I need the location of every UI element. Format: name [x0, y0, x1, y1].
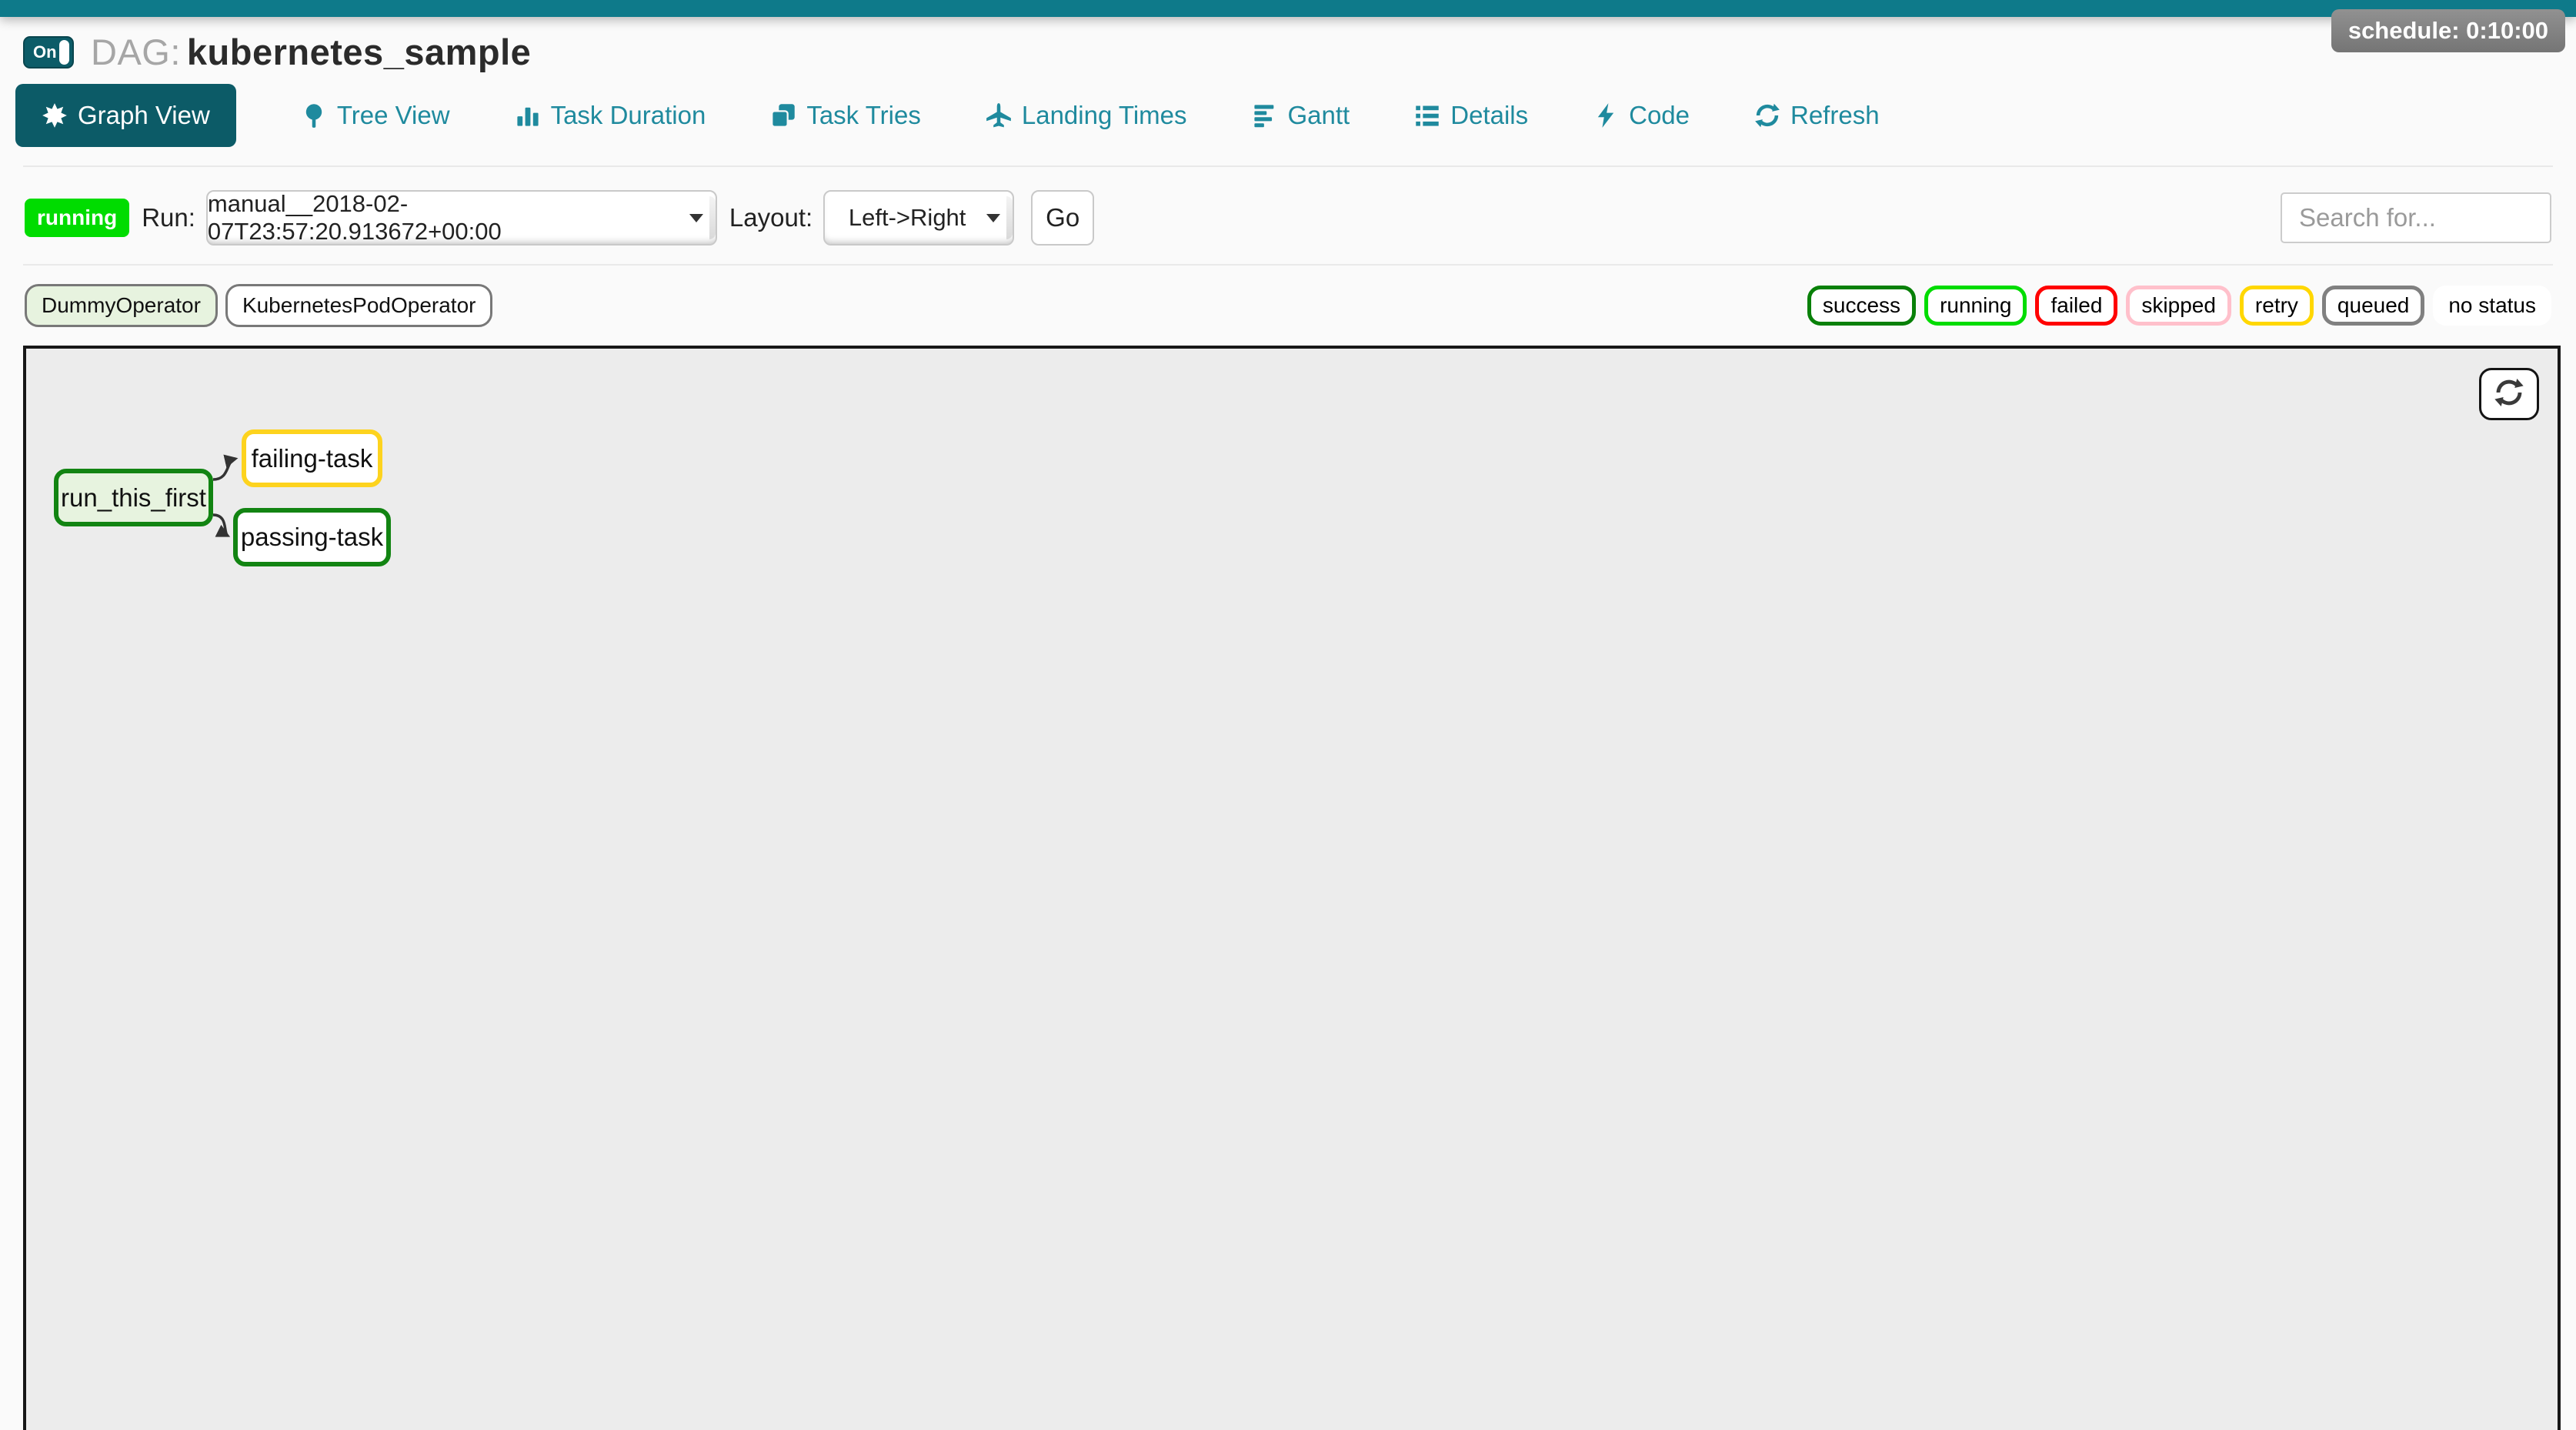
dag-graph-canvas[interactable]: run_this_first failing-task passing-task	[23, 346, 2561, 1430]
dag-header: On DAG:kubernetes_sample	[23, 31, 2576, 73]
tab-label: Refresh	[1790, 101, 1880, 130]
status-pill-queued: queued	[2322, 286, 2424, 326]
clone-icon	[770, 102, 796, 129]
toggle-on-label: On	[33, 42, 57, 62]
run-label: Run:	[142, 203, 195, 232]
task-node-label: run_this_first	[61, 483, 206, 513]
layout-select-value: Left->Right	[849, 204, 966, 232]
status-pill-retry: retry	[2240, 286, 2314, 326]
tab-task-duration[interactable]: Task Duration	[515, 101, 706, 130]
tab-label: Landing Times	[1022, 101, 1187, 130]
tab-label: Details	[1450, 101, 1528, 130]
task-node-label: passing-task	[241, 523, 383, 552]
view-tabs: Graph View Tree View Task Duration Task …	[15, 84, 2576, 147]
graph-refresh-button[interactable]	[2479, 368, 2539, 420]
divider	[23, 165, 2553, 167]
select-track	[1006, 196, 1013, 239]
tab-label: Code	[1629, 101, 1690, 130]
tab-label: Tree View	[337, 101, 450, 130]
status-pill-failed: failed	[2035, 286, 2117, 326]
task-node-run-this-first[interactable]: run_this_first	[54, 469, 213, 526]
task-node-failing-task[interactable]: failing-task	[242, 429, 382, 487]
schedule-badge: schedule: 0:10:00	[2331, 9, 2565, 52]
page-title: DAG:kubernetes_sample	[91, 31, 531, 73]
run-select[interactable]: manual__2018-02-07T23:57:20.913672+00:00	[206, 190, 717, 246]
divider	[23, 264, 2553, 266]
tab-gantt[interactable]: Gantt	[1252, 101, 1350, 130]
search-input[interactable]	[2281, 192, 2551, 243]
legend-row: DummyOperator KubernetesPodOperator succ…	[25, 284, 2551, 327]
chevron-down-icon	[689, 214, 703, 222]
tab-label: Task Tries	[806, 101, 921, 130]
tab-refresh[interactable]: Refresh	[1754, 101, 1880, 130]
align-left-icon	[1252, 102, 1278, 129]
go-button[interactable]: Go	[1031, 190, 1094, 246]
run-status-badge: running	[25, 199, 129, 237]
edge-run-to-passing	[213, 515, 228, 536]
bolt-icon	[1593, 102, 1619, 129]
operator-legend-dummy: DummyOperator	[25, 284, 218, 327]
tab-label: Task Duration	[551, 101, 706, 130]
sunburst-icon	[42, 102, 68, 129]
toggle-knob	[59, 40, 69, 65]
tab-task-tries[interactable]: Task Tries	[770, 101, 921, 130]
refresh-icon	[1754, 102, 1780, 129]
tab-landing-times[interactable]: Landing Times	[986, 101, 1187, 130]
dag-prefix-label: DAG:	[91, 32, 181, 72]
refresh-icon	[2494, 377, 2524, 412]
status-pill-no-status: no status	[2433, 286, 2551, 326]
dag-name: kubernetes_sample	[187, 32, 531, 72]
tab-graph-view[interactable]: Graph View	[15, 84, 236, 147]
tab-details[interactable]: Details	[1414, 101, 1528, 130]
dag-edges	[26, 349, 2558, 1430]
status-legend: success running failed skipped retry que…	[1807, 286, 2551, 326]
chevron-down-icon	[986, 214, 1000, 222]
run-controls: running Run: manual__2018-02-07T23:57:20…	[25, 190, 2551, 246]
status-pill-skipped: skipped	[2126, 286, 2231, 326]
status-pill-success: success	[1807, 286, 1916, 326]
tab-tree-view[interactable]: Tree View	[301, 101, 450, 130]
layout-label: Layout:	[729, 203, 813, 232]
run-select-value: manual__2018-02-07T23:57:20.913672+00:00	[208, 190, 685, 246]
tab-label: Gantt	[1288, 101, 1350, 130]
tab-label: Graph View	[78, 101, 210, 130]
top-accent-bar	[0, 0, 2576, 17]
list-icon	[1414, 102, 1440, 129]
bar-chart-icon	[515, 102, 541, 129]
plane-icon	[986, 102, 1012, 129]
status-pill-running: running	[1924, 286, 2027, 326]
layout-select[interactable]: Left->Right	[823, 190, 1014, 246]
operator-legend-kubernetespod: KubernetesPodOperator	[225, 284, 493, 327]
tree-icon	[301, 102, 327, 129]
select-track	[709, 196, 716, 239]
edge-run-to-failing	[213, 459, 235, 479]
dag-on-off-toggle[interactable]: On	[23, 36, 74, 68]
task-node-passing-task[interactable]: passing-task	[233, 508, 391, 566]
tab-code[interactable]: Code	[1593, 101, 1690, 130]
task-node-label: failing-task	[252, 444, 373, 473]
